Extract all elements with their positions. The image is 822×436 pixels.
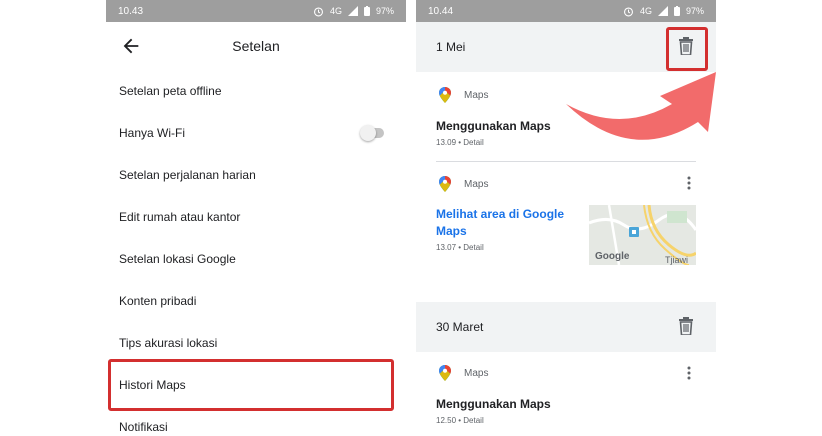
entry-meta[interactable]: 12.50 • Detail <box>436 416 484 425</box>
settings-item-personal-content[interactable]: Konten pribadi <box>106 284 406 318</box>
section-gap <box>416 270 716 302</box>
page-title: Setelan <box>232 38 280 54</box>
entry-title[interactable]: Menggunakan Maps <box>436 397 551 411</box>
more-vert-icon[interactable] <box>686 176 692 190</box>
date-label: 1 Mei <box>436 40 466 54</box>
settings-item-label: Setelan lokasi Google <box>119 252 236 266</box>
app-name: Maps <box>464 89 489 101</box>
status-bar: 10.43 4G 97% <box>106 0 406 22</box>
settings-item-location[interactable]: Setelan lokasi Google <box>106 242 406 276</box>
settings-item-wifi-only[interactable]: Hanya Wi-Fi <box>106 116 406 150</box>
settings-item-label: Tips akurasi lokasi <box>119 336 218 350</box>
maps-history-screen: 10.44 4G 97% 1 Mei Maps Menggunakan Maps… <box>416 0 716 436</box>
settings-item-offline-maps[interactable]: Setelan peta offline <box>106 74 406 108</box>
settings-item-notifications[interactable]: Notifikasi <box>106 410 406 436</box>
settings-item-maps-history[interactable]: Histori Maps <box>106 368 406 402</box>
map-place-label: Tjiawi <box>664 255 688 265</box>
maps-pin-icon <box>439 365 451 381</box>
settings-item-label: Setelan peta offline <box>119 84 222 98</box>
settings-item-label: Histori Maps <box>119 378 186 392</box>
settings-screen: 10.43 4G 97% Setelan Setelan peta offlin… <box>106 0 406 436</box>
app-bar: Setelan <box>106 22 406 70</box>
status-time: 10.43 <box>118 5 144 17</box>
entry-meta[interactable]: 13.07 • Detail <box>436 243 484 252</box>
divider <box>436 161 696 162</box>
settings-item-label: Konten pribadi <box>119 294 197 308</box>
entry-title-link[interactable]: Melihat area di Google Maps <box>436 206 576 240</box>
battery-level: 97% <box>685 6 704 16</box>
alarm-icon <box>313 6 323 16</box>
maps-pin-icon <box>439 176 451 192</box>
status-bar: 10.44 4G 97% <box>416 0 716 22</box>
signal-icon <box>347 6 358 16</box>
settings-item-label: Edit rumah atau kantor <box>119 210 241 224</box>
settings-item-label: Setelan perjalanan harian <box>119 168 256 182</box>
trash-icon[interactable] <box>678 37 694 55</box>
alarm-icon <box>623 6 633 16</box>
app-name: Maps <box>464 367 489 379</box>
date-header: 30 Maret <box>416 302 716 352</box>
settings-item-home-work[interactable]: Edit rumah atau kantor <box>106 200 406 234</box>
maps-pin-icon <box>439 87 451 103</box>
settings-item-label: Hanya Wi-Fi <box>119 126 186 140</box>
settings-item-label: Notifikasi <box>119 420 168 434</box>
entry-app: Maps <box>438 176 488 192</box>
date-label: 30 Maret <box>436 320 484 334</box>
trash-icon[interactable] <box>678 317 694 335</box>
network-type: 4G <box>329 6 342 16</box>
app-name: Maps <box>464 178 489 190</box>
more-vert-icon[interactable] <box>686 366 692 380</box>
signal-icon <box>657 6 668 16</box>
battery-level: 97% <box>375 6 394 16</box>
network-type: 4G <box>639 6 652 16</box>
map-thumbnail[interactable]: Google Tjiawi <box>589 205 696 265</box>
entry-app: Maps <box>438 87 488 103</box>
settings-item-commute[interactable]: Setelan perjalanan harian <box>106 158 406 192</box>
wifi-only-toggle[interactable] <box>360 125 384 141</box>
toggle-knob <box>360 125 376 141</box>
battery-icon <box>673 6 680 16</box>
status-time: 10.44 <box>428 5 454 17</box>
date-header: 1 Mei <box>416 22 716 72</box>
battery-icon <box>363 6 370 16</box>
status-icons: 4G 97% <box>623 6 704 17</box>
map-brand: Google <box>595 251 630 262</box>
entry-meta[interactable]: 13.09 • Detail <box>436 138 484 147</box>
entry-app: Maps <box>438 365 488 381</box>
entry-title[interactable]: Menggunakan Maps <box>436 119 551 133</box>
status-icons: 4G 97% <box>313 6 394 17</box>
settings-item-location-tips[interactable]: Tips akurasi lokasi <box>106 326 406 360</box>
